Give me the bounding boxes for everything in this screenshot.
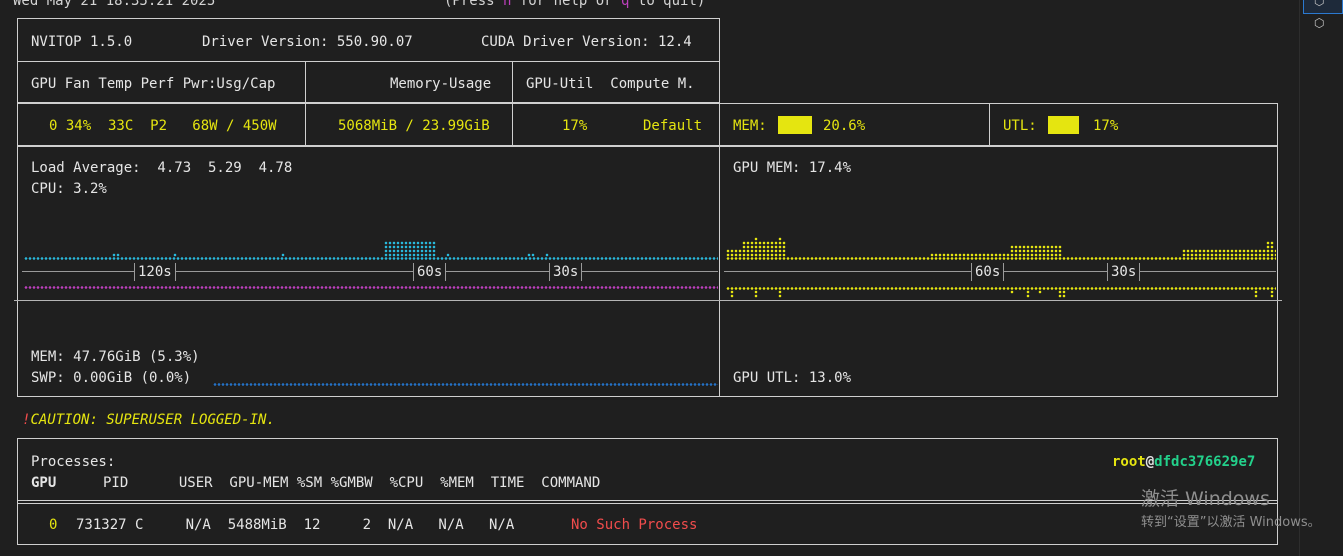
gpu-utl-percent: GPU UTL: 13.0%	[733, 370, 852, 386]
gpu-axis-60s: 60s	[971, 263, 1005, 281]
cpu-history-spike	[527, 253, 535, 257]
package-icon[interactable]: ⬡	[1314, 16, 1324, 30]
gpu-utl-history-bar	[1038, 290, 1042, 294]
cuda-version: CUDA Driver Version: 12.4	[481, 34, 692, 50]
host-axis-30s: 30s	[549, 263, 583, 281]
host-axis-120s: 120s	[134, 263, 176, 281]
gpu-utl-history-bar	[730, 290, 734, 298]
gpu-mem-percent: GPU MEM: 17.4%	[733, 160, 852, 176]
divider	[989, 103, 990, 146]
gpu-utl-history-bar	[1058, 290, 1066, 298]
activate-windows-title: 激活 Windows	[1141, 488, 1270, 510]
gpu-utl-history-bar	[1026, 290, 1030, 298]
graph-midline	[14, 300, 1282, 301]
driver-version: Driver Version: 550.90.07	[202, 34, 413, 50]
cpu-history-spike	[446, 253, 450, 257]
gpu-utl-history-bar	[778, 290, 782, 298]
proc-header-columns: PID USER GPU-MEM %SM %GMBW %CPU %MEM TIM…	[103, 475, 601, 491]
gpu-utl-history-baseline	[726, 287, 1276, 290]
mem-bar-value: 20.6%	[823, 118, 866, 134]
gpu-mem-history-bar	[726, 249, 786, 257]
cpu-history-spike	[173, 253, 177, 257]
gpu-stats: 0 34% 33C P2 68W / 450W	[49, 118, 277, 134]
gpu-util: 17%	[562, 118, 588, 134]
gpu-mem-history-baseline	[726, 257, 1276, 260]
gpu-memory: 5068MiB / 23.99GiB	[338, 118, 490, 134]
compute-mode: Default	[643, 118, 703, 134]
package-icon: ⬡	[1314, 0, 1325, 8]
mem-bar-label: MEM:	[733, 118, 767, 134]
gpu-utl-history-bar	[1010, 290, 1014, 294]
divider	[719, 146, 720, 397]
header-gpu-fan-temp: GPU Fan Temp Perf Pwr:Usg/Cap	[31, 76, 276, 92]
gpu-mem-history-bar	[754, 237, 758, 241]
proc-command: No Such Process	[571, 517, 698, 533]
gpu-utl-history-bar	[1270, 290, 1274, 298]
caution-message: !CAUTION: SUPERUSER LOGGED-IN.	[22, 412, 275, 428]
gpu-mem-history-bar	[1266, 241, 1274, 249]
header-gpu-util: GPU-Util Compute M.	[526, 76, 695, 92]
gpu-mem-history-bar	[778, 237, 782, 241]
gpu-mem-history-bar	[742, 241, 786, 249]
utl-bar-value: 17%	[1093, 118, 1119, 134]
cpu-history-spike	[112, 253, 120, 257]
utl-bar-fill	[1048, 116, 1079, 134]
proc-gpu: 0	[49, 517, 58, 533]
hostname: dfdc376629e7	[1154, 454, 1256, 470]
cpu-history-spike	[545, 253, 549, 257]
host-mem: MEM: 47.76GiB (5.3%)	[31, 349, 200, 365]
cpu-history-burst	[384, 241, 436, 257]
host-axis-60s: 60s	[413, 263, 447, 281]
load-average: Load Average: 4.73 5.29 4.78	[31, 160, 293, 176]
proc-details: 731327 C N/A 5488MiB 12 2 N/A N/A N/A	[76, 517, 523, 533]
username: root	[1112, 454, 1146, 470]
nvitop-version: NVITOP 1.5.0	[31, 34, 133, 50]
gutter-divider	[1299, 0, 1300, 556]
divider	[17, 61, 720, 62]
datetime: Wed May 21 18:35:21 2025	[13, 0, 216, 9]
help-hint: (Press h for help or q to quit)	[444, 0, 705, 10]
host-time-axis	[22, 271, 718, 272]
gpu-mem-history-bar	[1010, 245, 1062, 257]
user-host: root@dfdc376629e7	[1112, 454, 1256, 470]
divider	[512, 103, 513, 146]
cpu-percent: CPU: 3.2%	[31, 181, 107, 197]
gpu-utl-history-bar	[1254, 290, 1258, 298]
divider	[17, 500, 1278, 501]
mem-history	[24, 286, 718, 289]
swap-history	[213, 383, 718, 386]
cpu-history-spike	[281, 253, 285, 257]
divider	[17, 503, 1278, 504]
cpu-history-baseline	[24, 257, 718, 260]
host-swap: SWP: 0.00GiB (0.0%)	[31, 370, 192, 386]
utl-bar-label: UTL:	[1003, 118, 1037, 134]
processes-title: Processes:	[31, 454, 116, 470]
divider	[305, 103, 306, 146]
divider	[719, 103, 720, 146]
mem-bar-fill	[778, 116, 812, 134]
divider	[512, 61, 513, 103]
header-memory-usage: Memory-Usage	[390, 76, 492, 92]
activate-windows-hint: 转到“设置”以激活 Windows。	[1141, 515, 1321, 530]
gpu-axis-30s: 30s	[1107, 263, 1141, 281]
gpu-utl-history-bar	[754, 290, 758, 298]
divider	[305, 61, 306, 103]
proc-header-gpu: GPU	[31, 475, 57, 491]
gpu-mem-history-bar	[930, 253, 1010, 257]
gpu-mem-history-bar	[1182, 249, 1276, 257]
